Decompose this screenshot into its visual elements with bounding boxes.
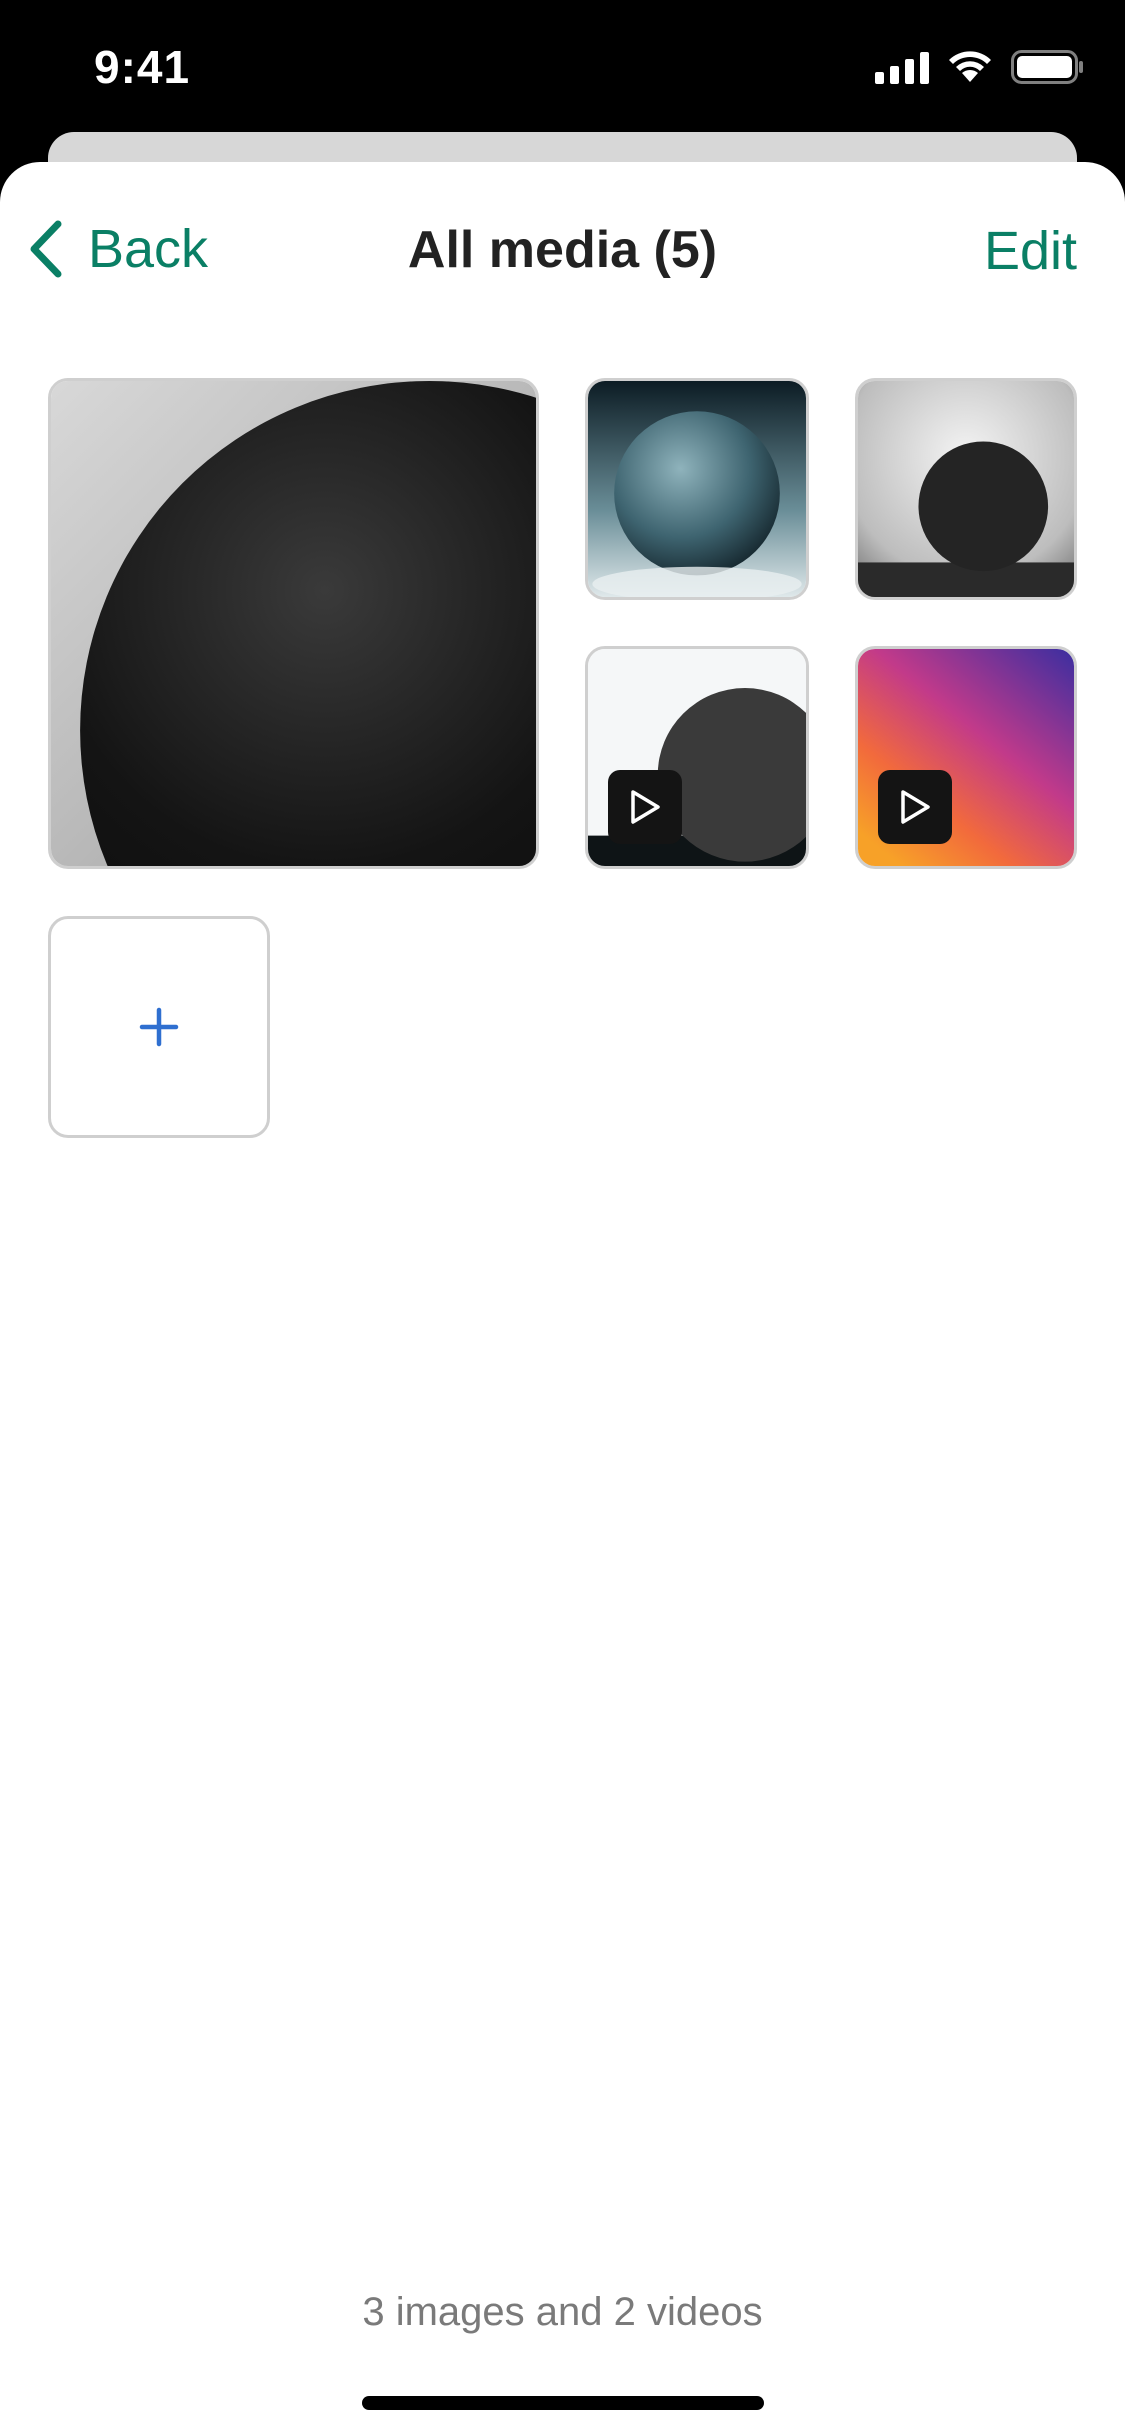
- sphere-image: [858, 381, 1074, 597]
- media-sheet: Back All media (5) Edit 3 images and 2 v…: [0, 162, 1125, 2436]
- battery-icon: [1011, 50, 1083, 84]
- status-bar: 9:41: [0, 0, 1125, 140]
- home-indicator: [362, 2396, 764, 2410]
- navigation-bar: Back All media (5) Edit: [0, 162, 1125, 332]
- edit-button[interactable]: Edit: [984, 220, 1077, 282]
- play-icon: [608, 770, 682, 844]
- plus-icon: [139, 1007, 179, 1047]
- play-icon: [878, 770, 952, 844]
- sphere-image: [51, 381, 536, 866]
- media-summary: 3 images and 2 videos: [362, 2290, 763, 2334]
- status-icons: [875, 50, 1085, 84]
- media-tile-video-2[interactable]: [855, 646, 1077, 869]
- media-tile-image-1[interactable]: [48, 378, 539, 869]
- status-time: 9:41: [94, 41, 191, 93]
- media-tile-image-2[interactable]: [585, 378, 809, 600]
- sphere-image: [588, 381, 806, 597]
- wifi-icon: [949, 51, 991, 82]
- add-media-button[interactable]: [48, 916, 270, 1138]
- page-title: All media (5): [407, 221, 718, 279]
- cellular-signal-icon: [875, 50, 929, 84]
- media-tile-image-3[interactable]: [855, 378, 1077, 600]
- media-tile-video-1[interactable]: [585, 646, 809, 869]
